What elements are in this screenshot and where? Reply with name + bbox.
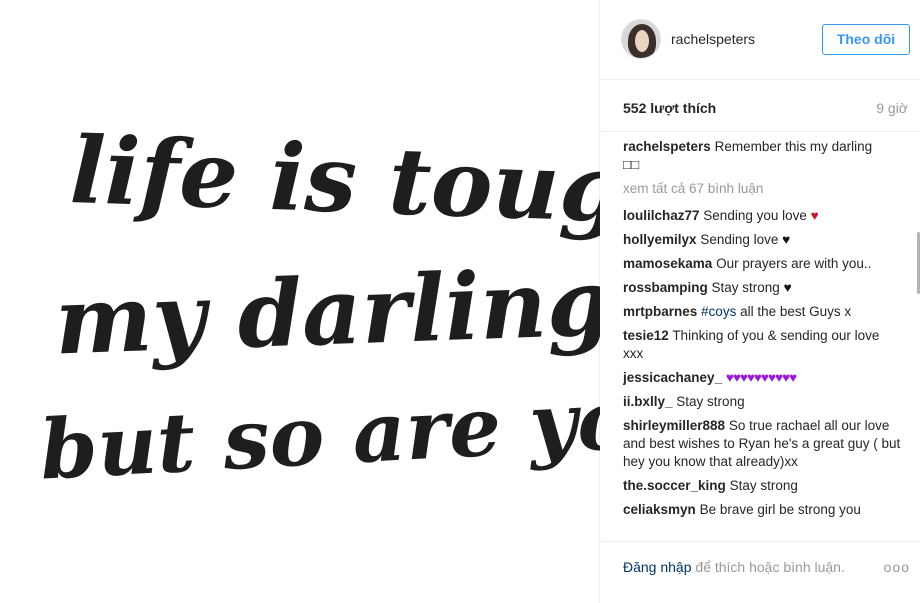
list-item: the.soccer_king Stay strong bbox=[623, 477, 903, 495]
list-item: tesie12 Thinking of you & sending our lo… bbox=[623, 327, 903, 363]
comment-user[interactable]: tesie12 bbox=[623, 328, 669, 343]
post-sidebar: rachelspeters Theo dõi 552 lượt thích 9 … bbox=[601, 0, 920, 603]
comment-text: Sending love bbox=[700, 232, 779, 247]
post-viewer: life is tough my darling but so are you.… bbox=[0, 0, 920, 603]
username-link[interactable]: rachelspeters bbox=[671, 31, 755, 47]
list-item: ii.bxlly_ Stay strong bbox=[623, 393, 903, 411]
comments-list[interactable]: rachelspeters Remember this my darling □… bbox=[623, 138, 903, 534]
caption-suffix: □□ bbox=[623, 157, 640, 172]
comment-user[interactable]: loulilchaz77 bbox=[623, 208, 700, 223]
list-item: jessicachaney_ ♥♥♥♥♥♥♥♥♥♥ bbox=[623, 369, 903, 387]
post-footer: Đăng nhập để thích hoặc bình luận. ooo bbox=[601, 541, 920, 603]
list-item: rossbamping Stay strong ♥ bbox=[623, 279, 903, 297]
comment-text: Sending you love bbox=[703, 208, 807, 223]
heart-icon: ♥ bbox=[810, 208, 819, 223]
likes-count[interactable]: 552 lượt thích bbox=[623, 100, 716, 116]
comment-user[interactable]: rossbamping bbox=[623, 280, 708, 295]
comment-user[interactable]: mamosekama bbox=[623, 256, 712, 271]
comment-user[interactable]: rachelspeters bbox=[623, 139, 711, 154]
post-image[interactable]: life is tough my darling but so are you. bbox=[0, 0, 600, 603]
login-link[interactable]: Đăng nhập bbox=[623, 559, 692, 575]
list-item: celiaksmyn Be brave girl be strong you bbox=[623, 501, 903, 519]
heart-icon: ♥ bbox=[783, 280, 792, 295]
view-all-comments-link[interactable]: xem tất cả 67 bình luận bbox=[623, 180, 903, 198]
comment-user[interactable]: celiaksmyn bbox=[623, 502, 696, 517]
more-options-icon[interactable]: ooo bbox=[884, 559, 910, 575]
comment-text: all the best Guys x bbox=[740, 304, 852, 319]
follow-button[interactable]: Theo dõi bbox=[822, 24, 910, 55]
comment-text: Our prayers are with you.. bbox=[716, 256, 872, 271]
hashtag-link[interactable]: #coys bbox=[701, 304, 736, 319]
comment-text: Stay strong bbox=[676, 394, 745, 409]
post-header: rachelspeters Theo dõi bbox=[601, 0, 920, 80]
caption: rachelspeters Remember this my darling □… bbox=[623, 138, 903, 174]
quote-artwork: life is tough my darling but so are you. bbox=[38, 116, 600, 499]
post-time[interactable]: 9 giờ bbox=[876, 100, 908, 116]
post-meta: 552 lượt thích 9 giờ bbox=[601, 80, 920, 132]
list-item: loulilchaz77 Sending you love ♥ bbox=[623, 207, 903, 225]
avatar-face bbox=[635, 30, 649, 52]
list-item: mamosekama Our prayers are with you.. bbox=[623, 255, 903, 273]
comment-text: Stay strong bbox=[729, 478, 798, 493]
purple-hearts-icon: ♥♥♥♥♥♥♥♥♥♥ bbox=[725, 370, 797, 385]
comment-user[interactable]: jessicachaney_ bbox=[623, 370, 722, 385]
list-item: mrtpbarnes #coys all the best Guys x bbox=[623, 303, 903, 321]
login-prompt: Đăng nhập để thích hoặc bình luận. bbox=[623, 559, 845, 575]
comment-user[interactable]: mrtpbarnes bbox=[623, 304, 697, 319]
list-item: hollyemilyx Sending love ♥ bbox=[623, 231, 903, 249]
comment-text: Be brave girl be strong you bbox=[699, 502, 861, 517]
comment-user[interactable]: hollyemilyx bbox=[623, 232, 697, 247]
comment-text: Stay strong bbox=[711, 280, 780, 295]
list-item: shirleymiller888 So true rachael all our… bbox=[623, 417, 903, 471]
caption-text: Remember this my darling bbox=[714, 139, 873, 154]
comment-user[interactable]: ii.bxlly_ bbox=[623, 394, 673, 409]
login-prompt-text: để thích hoặc bình luận. bbox=[695, 559, 845, 575]
comment-user[interactable]: shirleymiller888 bbox=[623, 418, 725, 433]
quote-line-3: but so are you. bbox=[38, 367, 600, 498]
heart-icon: ♥ bbox=[782, 232, 791, 247]
avatar[interactable] bbox=[621, 19, 661, 59]
quote-line-1: life is tough bbox=[68, 116, 600, 246]
quote-line-2: my darling bbox=[53, 248, 600, 375]
comment-user[interactable]: the.soccer_king bbox=[623, 478, 726, 493]
